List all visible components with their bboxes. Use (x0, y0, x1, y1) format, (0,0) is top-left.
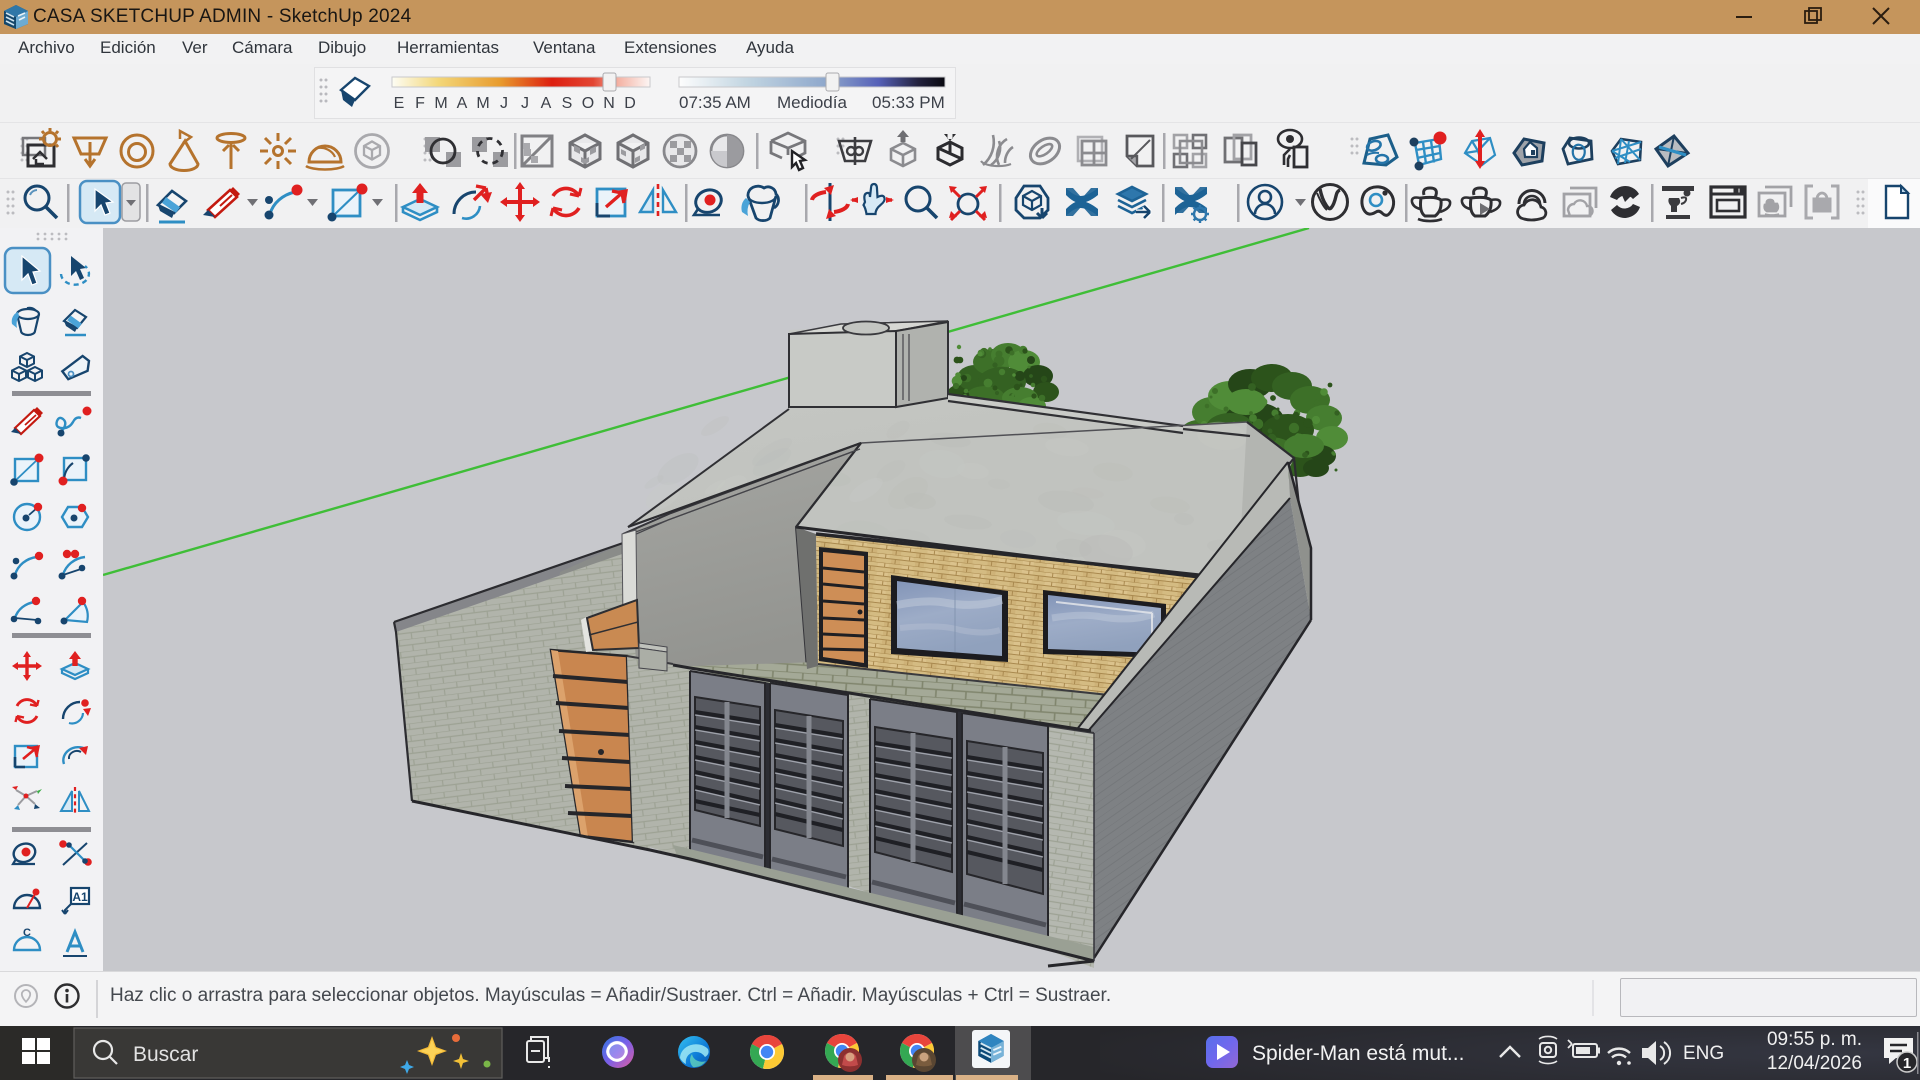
svg-text:D: D (624, 95, 636, 112)
svg-text:O: O (582, 95, 594, 112)
svg-text:M: M (434, 95, 447, 112)
svg-text:07:35 AM: 07:35 AM (679, 93, 751, 112)
svg-text:Mediodía: Mediodía (777, 93, 847, 112)
svg-text:1: 1 (1903, 1055, 1911, 1072)
svg-text:E: E (394, 95, 405, 112)
svg-text:S: S (562, 95, 573, 112)
svg-text:F: F (415, 95, 425, 112)
svg-text:J: J (521, 95, 529, 112)
svg-text:N: N (603, 95, 615, 112)
svg-text:05:33 PM: 05:33 PM (872, 93, 945, 112)
svg-text:ENG: ENG (1683, 1043, 1724, 1064)
svg-text:C: C (23, 927, 31, 939)
svg-text:M: M (476, 95, 489, 112)
svg-text:Spider-Man está mut...: Spider-Man está mut... (1252, 1042, 1464, 1065)
svg-text:12/04/2026: 12/04/2026 (1767, 1053, 1862, 1074)
svg-text:A: A (457, 95, 468, 112)
svg-text:A1: A1 (72, 890, 88, 904)
svg-text:Buscar: Buscar (133, 1043, 198, 1066)
svg-text:J: J (500, 95, 508, 112)
svg-text:09:55 p. m.: 09:55 p. m. (1767, 1029, 1862, 1050)
svg-text:A: A (541, 95, 552, 112)
